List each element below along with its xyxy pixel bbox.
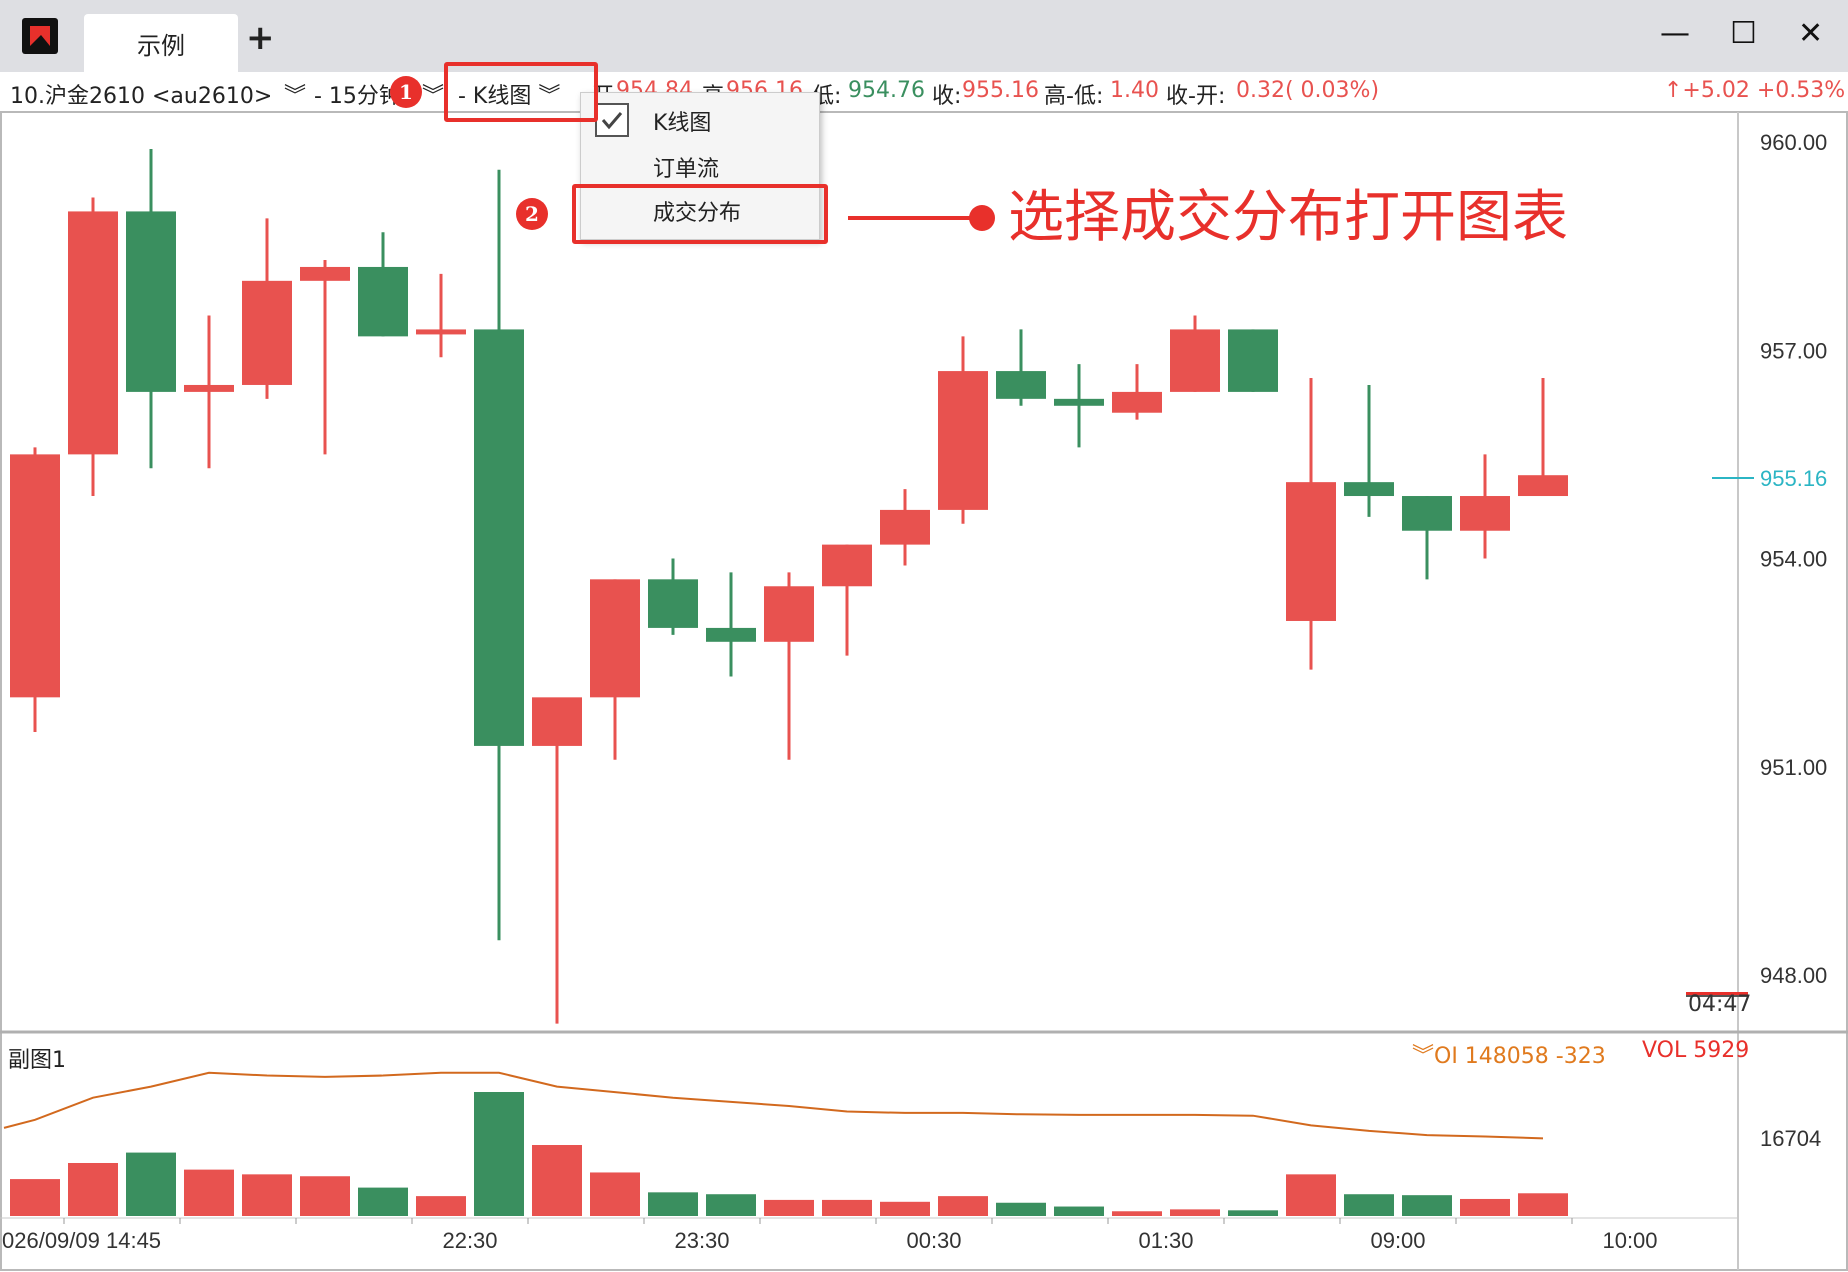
candle-body bbox=[938, 371, 988, 510]
volume-bar bbox=[1344, 1194, 1394, 1216]
candle-body bbox=[532, 697, 582, 746]
open-interest-label[interactable]: ︾OI 148058 -323 bbox=[1412, 1038, 1606, 1070]
volume-bar bbox=[648, 1192, 698, 1216]
step-badge-1: 1 bbox=[390, 76, 422, 108]
volume-bar bbox=[938, 1196, 988, 1216]
menu-item-orderflow[interactable]: 订单流 bbox=[653, 151, 719, 183]
volume-bar bbox=[1518, 1193, 1568, 1216]
kline-chart[interactable]: 960.00 957.00 954.00 951.00 948.00 955.16 1670… bbox=[0, 0, 1848, 1272]
volume-bar bbox=[126, 1152, 176, 1216]
candle-body bbox=[706, 627, 756, 642]
candle-body bbox=[184, 384, 234, 392]
candle-body bbox=[1170, 329, 1220, 392]
candle-body bbox=[358, 266, 408, 337]
volume-bar bbox=[822, 1199, 872, 1216]
volume-bar bbox=[300, 1176, 350, 1216]
subchart-title: 副图1 bbox=[8, 1048, 66, 1073]
candle-body bbox=[1286, 482, 1336, 621]
volume-bar bbox=[416, 1196, 466, 1216]
x-tick-label: 22:30 bbox=[442, 1228, 497, 1253]
volume-bar bbox=[706, 1194, 756, 1216]
volume-bar bbox=[880, 1201, 930, 1216]
volume-bar bbox=[996, 1202, 1046, 1216]
x-tick-label: 10:00 bbox=[1602, 1228, 1657, 1253]
highlight-box-menu-item bbox=[572, 184, 828, 244]
candle-body bbox=[1112, 391, 1162, 413]
y-tick-label: 954.00 bbox=[1760, 547, 1827, 572]
candle-body bbox=[416, 329, 466, 335]
volume-bar bbox=[1170, 1209, 1220, 1216]
volume-bar bbox=[590, 1172, 640, 1216]
volume-bar bbox=[764, 1199, 814, 1216]
volume-bar bbox=[10, 1179, 60, 1216]
candle-body bbox=[822, 544, 872, 587]
countdown-timer: 04:47 bbox=[1688, 992, 1752, 1017]
volume-bar bbox=[1402, 1195, 1452, 1216]
y-tick-label: 951.00 bbox=[1760, 755, 1827, 780]
annotation-text: 选择成交分布打开图表 bbox=[1008, 185, 1568, 250]
check-icon bbox=[601, 112, 623, 130]
x-tick-label: 23:30 bbox=[674, 1228, 729, 1253]
candle-body bbox=[68, 211, 118, 455]
volume-bar bbox=[1054, 1206, 1104, 1216]
candle-body bbox=[880, 509, 930, 545]
y-tick-label: 948.00 bbox=[1760, 963, 1827, 988]
candle-body bbox=[1344, 482, 1394, 497]
x-tick-label: 01:30 bbox=[1138, 1228, 1193, 1253]
x-tick-label: 09:00 bbox=[1370, 1228, 1425, 1253]
volume-label: VOL 5929 bbox=[1642, 1038, 1750, 1063]
y-tick-label: 957.00 bbox=[1760, 338, 1827, 363]
volume-bar bbox=[1112, 1211, 1162, 1216]
volume-bar bbox=[1286, 1174, 1336, 1216]
candle-body bbox=[648, 579, 698, 628]
candle-body bbox=[1460, 496, 1510, 531]
menu-item-kline[interactable]: K线图 bbox=[653, 105, 711, 137]
volume-bar bbox=[1460, 1198, 1510, 1216]
candle-body bbox=[1054, 398, 1104, 406]
candle-body bbox=[10, 454, 60, 698]
candle-body bbox=[764, 586, 814, 642]
candle-body bbox=[996, 371, 1046, 399]
candle-body bbox=[1402, 496, 1452, 531]
volume-bar bbox=[242, 1174, 292, 1216]
candle-body bbox=[300, 266, 350, 281]
candle-body bbox=[126, 211, 176, 392]
volume-bar bbox=[184, 1169, 234, 1216]
x-tick-label: 00:30 bbox=[906, 1228, 961, 1253]
highlight-box-chart-type bbox=[444, 62, 598, 122]
volume-bar bbox=[474, 1092, 524, 1216]
volume-bar bbox=[532, 1145, 582, 1216]
x-tick-label: 026/09/09 14:45 bbox=[2, 1228, 161, 1253]
candle-body bbox=[1228, 329, 1278, 392]
volume-bar bbox=[68, 1162, 118, 1216]
volume-axis-label: 16704 bbox=[1760, 1126, 1821, 1151]
last-price-label: 955.16 bbox=[1760, 466, 1827, 491]
candle-body bbox=[1518, 475, 1568, 497]
candle-body bbox=[474, 329, 524, 746]
candle-body bbox=[590, 579, 640, 698]
volume-bar bbox=[1228, 1210, 1278, 1216]
candle-body bbox=[242, 280, 292, 385]
open-interest-line bbox=[3, 1071, 1544, 1140]
checkbox-checked-icon bbox=[595, 103, 629, 137]
volume-bar bbox=[358, 1187, 408, 1216]
annotation-arrow bbox=[848, 205, 995, 231]
y-tick-label: 960.00 bbox=[1760, 130, 1827, 155]
step-badge-2: 2 bbox=[516, 198, 548, 230]
